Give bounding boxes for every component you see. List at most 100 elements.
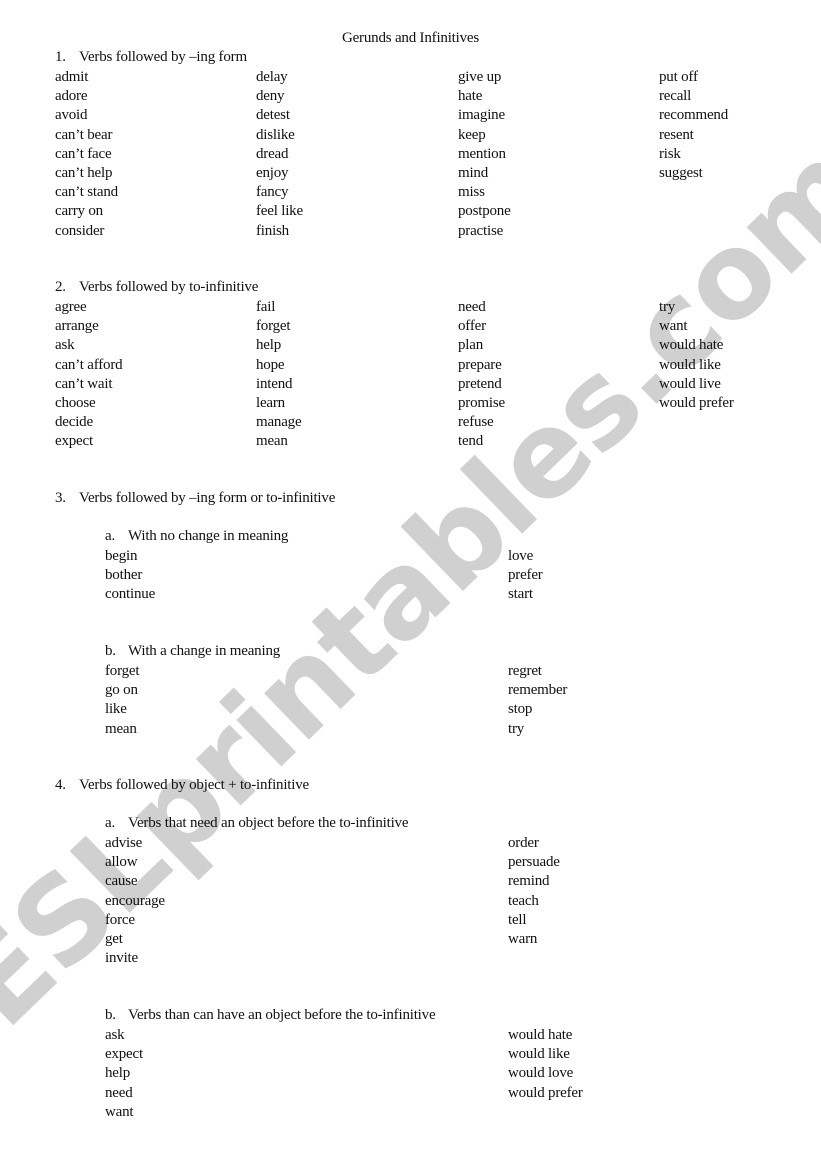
- verb-item: prefer: [508, 567, 543, 584]
- verb-item: agree: [55, 299, 87, 315]
- section-1-column-1: admit adore avoid can’t bear can’t face can’t…: [55, 68, 118, 241]
- section-3a-heading: a. With no change in meaning: [105, 528, 288, 545]
- verb-item: persuade: [508, 854, 560, 871]
- verb-item: remind: [508, 873, 550, 890]
- section-1-column-3: give up hate imagine keep mention mind miss pos…: [458, 68, 511, 241]
- verb-item: forget: [256, 318, 291, 335]
- section-2-column-4: try want would hate would like would live wou…: [659, 298, 734, 413]
- verb-item: mind: [458, 164, 489, 181]
- verb-item: tend: [458, 433, 484, 450]
- section-3a-column-2: love prefer start: [508, 547, 543, 605]
- section-1-column-4: put off recall recommend resent risk suggest: [659, 68, 728, 183]
- verb-item: would prefer: [508, 1084, 583, 1101]
- verb-item: try: [659, 299, 676, 315]
- verb-item: teach: [508, 892, 539, 909]
- verb-item: advise: [105, 835, 143, 851]
- verb-item: can’t help: [55, 164, 113, 181]
- section-number: 1.: [55, 49, 66, 65]
- verb-item: can’t wait: [55, 375, 113, 392]
- verb-item: plan: [458, 337, 484, 354]
- verb-item: admit: [55, 69, 89, 85]
- verb-item: pretend: [458, 375, 502, 392]
- verb-item: intend: [256, 375, 293, 392]
- verb-item: feel like: [256, 203, 303, 220]
- verb-item: avoid: [55, 107, 88, 124]
- section-4b-heading: b. Verbs than can have an object before t…: [105, 1007, 436, 1024]
- verb-item: decide: [55, 414, 93, 431]
- verb-item: risk: [659, 145, 681, 162]
- verb-item: would like: [508, 1046, 570, 1063]
- verb-item: promise: [458, 394, 505, 411]
- section-2-column-3: need offer plan prepare pretend promise refuse…: [458, 298, 505, 452]
- verb-item: miss: [458, 184, 485, 201]
- verb-item: help: [256, 337, 282, 354]
- subsection-letter: b.: [105, 643, 116, 659]
- verb-item: put off: [659, 69, 698, 85]
- verb-item: choose: [55, 394, 96, 411]
- verb-item: give up: [458, 69, 502, 85]
- verb-item: ask: [105, 1027, 125, 1043]
- section-3b-column-2: regret remember stop try: [508, 662, 567, 739]
- verb-item: want: [105, 1103, 134, 1120]
- subsection-letter: b.: [105, 1007, 116, 1023]
- verb-item: mention: [458, 145, 506, 162]
- verb-item: encourage: [105, 892, 165, 909]
- verb-item: order: [508, 835, 539, 851]
- verb-item: forget: [105, 663, 140, 679]
- verb-item: arrange: [55, 318, 99, 335]
- subsection-letter: a.: [105, 528, 116, 544]
- worksheet-content: Gerunds and Infinitives 1. Verbs followed…: [0, 0, 821, 1169]
- verb-item: like: [105, 701, 127, 718]
- verb-item: fancy: [256, 184, 289, 201]
- subsection-title: Verbs that need an object before the to-…: [128, 815, 409, 831]
- verb-item: want: [659, 318, 688, 335]
- verb-item: delay: [256, 69, 288, 85]
- verb-item: go on: [105, 682, 138, 699]
- verb-item: help: [105, 1065, 131, 1082]
- section-4a-heading: a. Verbs that need an object before the t…: [105, 815, 409, 832]
- section-4-heading: 4. Verbs followed by object + to-infiniti…: [55, 777, 309, 794]
- verb-item: cause: [105, 873, 138, 890]
- subsection-title: Verbs than can have an object before the…: [128, 1007, 436, 1023]
- section-1-heading: 1. Verbs followed by –ing form: [55, 49, 247, 66]
- verb-item: regret: [508, 663, 542, 679]
- verb-item: dislike: [256, 126, 295, 143]
- verb-item: need: [458, 299, 486, 315]
- verb-item: would prefer: [659, 394, 734, 411]
- verb-item: prepare: [458, 356, 502, 373]
- verb-item: invite: [105, 950, 138, 967]
- section-2-heading: 2. Verbs followed by to-infinitive: [55, 279, 258, 296]
- section-number: 4.: [55, 777, 66, 793]
- verb-item: hate: [458, 88, 483, 105]
- verb-item: tell: [508, 911, 527, 928]
- verb-item: get: [105, 930, 123, 947]
- verb-item: resent: [659, 126, 694, 143]
- section-2-column-1: agree arrange ask can’t afford can’t wait cho…: [55, 298, 123, 452]
- verb-item: stop: [508, 701, 533, 718]
- verb-item: manage: [256, 414, 302, 431]
- verb-item: remember: [508, 682, 568, 699]
- verb-item: adore: [55, 88, 88, 105]
- verb-item: mean: [105, 720, 137, 737]
- verb-item: finish: [256, 222, 289, 239]
- verb-item: would like: [659, 356, 721, 373]
- verb-item: can’t stand: [55, 184, 118, 201]
- section-title: Verbs followed by to-infinitive: [79, 279, 259, 295]
- subsection-title: With no change in meaning: [128, 528, 289, 544]
- section-1-column-2: delay deny detest dislike dread enjoy fancy fee…: [256, 68, 303, 241]
- verb-item: postpone: [458, 203, 511, 220]
- verb-item: force: [105, 911, 135, 928]
- verb-item: warn: [508, 930, 538, 947]
- verb-item: begin: [105, 548, 138, 564]
- verb-item: would hate: [508, 1027, 573, 1043]
- section-4a-column-2: order persuade remind teach tell warn: [508, 834, 560, 949]
- section-2-column-2: fail forget help hope intend learn manage mean: [256, 298, 302, 452]
- verb-item: try: [508, 720, 525, 737]
- section-number: 2.: [55, 279, 66, 295]
- verb-item: need: [105, 1084, 133, 1101]
- section-number: 3.: [55, 490, 66, 506]
- verb-item: hope: [256, 356, 285, 373]
- verb-item: allow: [105, 854, 138, 871]
- section-3b-heading: b. With a change in meaning: [105, 643, 280, 660]
- section-3b-column-1: forget go on like mean: [105, 662, 140, 739]
